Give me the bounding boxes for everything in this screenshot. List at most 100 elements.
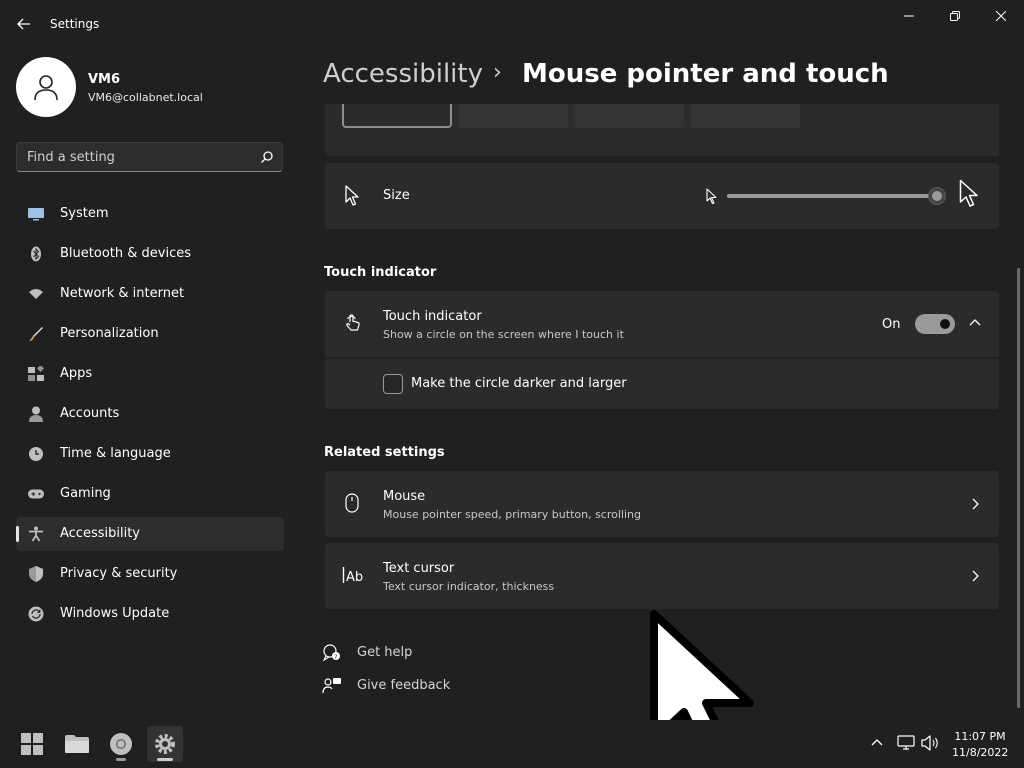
browser-button[interactable] [103,726,139,762]
related-setting-text-cursor[interactable]: Ab Text cursor Text cursor indicator, th… [325,543,999,609]
search-input[interactable]: Find a setting [27,150,115,165]
avatar[interactable] [16,57,76,117]
chevron-up-icon[interactable] [969,318,981,326]
taskbar: 11:07 PM 11/8/2022 [0,720,1024,768]
system-icon [28,206,44,222]
accounts-icon [28,406,44,422]
text-cursor-description: Text cursor indicator, thickness [383,580,555,593]
darker-circle-checkbox[interactable] [383,374,403,394]
sidebar-item-label: Network & internet [60,286,185,301]
running-indicator [116,758,126,761]
large-pointer-icon [959,179,978,207]
mouse-icon [345,493,359,513]
folder-icon [65,735,89,753]
windows-logo-icon [21,733,43,755]
related-setting-mouse[interactable]: Mouse Mouse pointer speed, primary butto… [325,471,999,537]
title-bar: Settings [0,0,1024,48]
chevron-right-icon [972,498,979,510]
small-pointer-icon [706,188,717,205]
restore-button[interactable] [932,0,978,32]
svg-text:?: ? [334,654,337,661]
get-help-label: Get help [357,645,413,660]
breadcrumb-separator: › [493,60,502,85]
clock-icon [28,446,44,462]
file-explorer-button[interactable] [59,726,95,762]
taskbar-time[interactable]: 11:07 PM [952,730,1008,743]
sidebar-item-label: System [60,206,109,221]
sidebar-item-system[interactable]: System [16,197,284,231]
pointer-icon [345,185,359,206]
sidebar-item-windows-update[interactable]: Windows Update [16,597,284,631]
sidebar-item-privacy[interactable]: Privacy & security [16,557,284,591]
mouse-title: Mouse [383,489,426,504]
touch-icon [346,314,360,331]
gear-icon [155,734,175,754]
content-scrollbar[interactable] [1017,268,1020,708]
sidebar-item-label: Gaming [60,486,111,501]
restore-icon [950,11,960,21]
touch-indicator-card[interactable]: Touch indicator Show a circle on the scr… [325,291,999,357]
touch-indicator-title: Touch indicator [383,309,482,324]
toggle-state-label: On [882,317,901,332]
slider-thumb-dot [932,191,942,201]
sidebar-item-label: Accounts [60,406,120,421]
volume-icon[interactable] [921,735,939,751]
mouse-description: Mouse pointer speed, primary button, scr… [383,508,641,521]
svg-text:Ab: Ab [346,570,363,584]
pointer-style-option-white[interactable] [342,104,452,128]
chevron-right-icon [972,570,979,582]
user-email: VM6@collabnet.local [88,91,203,104]
pointer-size-slider-thumb[interactable] [928,187,946,205]
sidebar-item-gaming[interactable]: Gaming [16,477,284,511]
get-help-link[interactable]: ? Get help [322,643,462,663]
touch-indicator-description: Show a circle on the screen where I touc… [383,328,624,341]
pointer-size-label: Size [383,188,410,203]
sidebar-item-apps[interactable]: Apps [16,357,284,391]
search-box[interactable]: Find a setting [16,142,283,172]
accessibility-icon [28,526,44,542]
apps-icon [28,366,44,382]
related-settings-section-title: Related settings [324,445,445,460]
user-name: VM6 [88,72,121,87]
close-button[interactable] [978,0,1024,32]
network-status-icon[interactable] [897,735,915,751]
text-cursor-icon: Ab [342,567,363,584]
sidebar-item-accessibility[interactable]: Accessibility [16,517,284,551]
touch-indicator-section-title: Touch indicator [324,265,437,280]
breadcrumb-parent-link[interactable]: Accessibility [323,59,483,89]
sidebar-item-personalization[interactable]: Personalization [16,317,284,351]
minimize-button[interactable] [886,0,932,32]
app-title: Settings [50,17,100,31]
settings-taskbar-button[interactable] [147,726,183,762]
start-button[interactable] [14,726,50,762]
pointer-style-option-inverted[interactable] [574,104,684,128]
selection-indicator [16,526,19,542]
sidebar-item-label: Accessibility [60,526,140,541]
user-icon [34,75,58,101]
sidebar-item-network[interactable]: Network & internet [16,277,284,311]
minimize-icon [904,15,914,17]
browser-icon [110,733,132,755]
sidebar-item-label: Bluetooth & devices [60,246,191,261]
sidebar-item-accounts[interactable]: Accounts [16,397,284,431]
sidebar-item-bluetooth[interactable]: Bluetooth & devices [16,237,284,271]
darker-circle-label[interactable]: Make the circle darker and larger [411,376,627,391]
chevron-up-icon[interactable] [871,738,883,746]
update-icon [28,606,44,622]
sidebar-item-time-language[interactable]: Time & language [16,437,284,471]
active-indicator [157,758,173,761]
toggle-knob [940,319,950,329]
back-arrow-icon [17,18,30,30]
pointer-size-slider-track[interactable] [727,194,937,198]
pointer-style-option-black[interactable] [458,104,568,128]
back-button[interactable] [10,10,38,38]
pointer-style-option-custom[interactable] [690,104,800,128]
sidebar-item-label: Windows Update [60,606,170,621]
touch-indicator-toggle[interactable] [915,314,955,334]
taskbar-date[interactable]: 11/8/2022 [952,746,1008,759]
give-feedback-link[interactable]: Give feedback [322,676,462,696]
search-icon [261,151,273,163]
close-icon [996,11,1006,21]
sidebar-item-label: Privacy & security [60,566,178,581]
brush-icon [28,326,44,342]
